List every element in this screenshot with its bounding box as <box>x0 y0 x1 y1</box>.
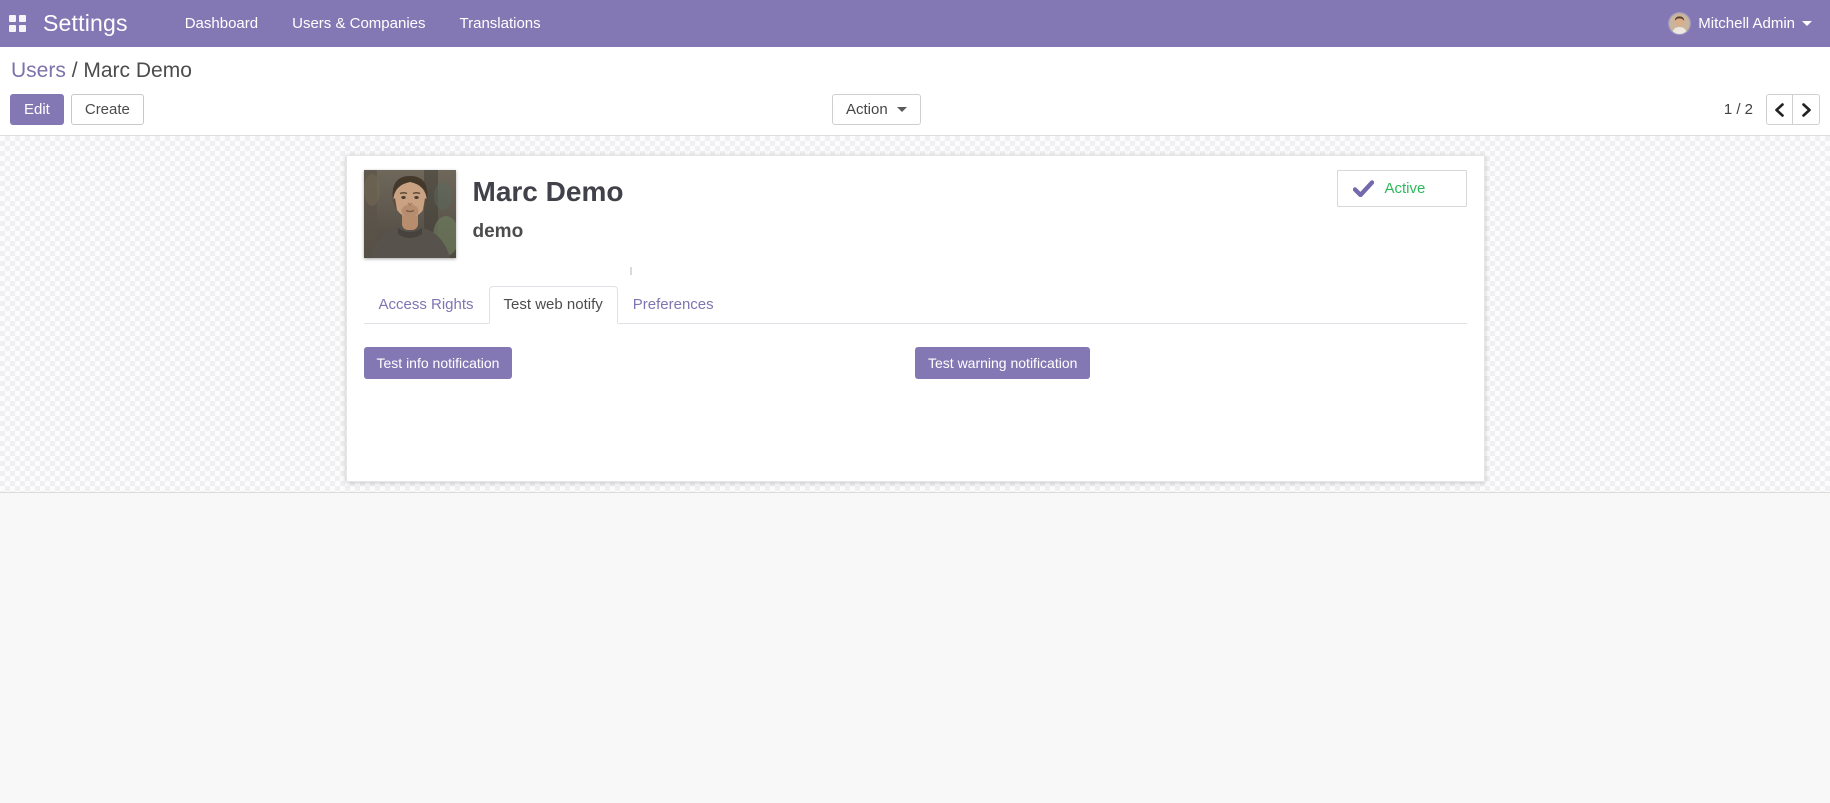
test-info-notification-button[interactable]: Test info notification <box>363 347 513 379</box>
apps-grid-icon[interactable] <box>9 15 26 32</box>
empty-field-mark <box>629 267 632 275</box>
record-login: demo <box>472 220 524 242</box>
chevron-down-icon <box>896 107 907 112</box>
check-icon <box>1352 180 1374 197</box>
pager-previous-button[interactable] <box>1766 94 1793 125</box>
breadcrumb: Users / Marc Demo <box>11 59 1820 83</box>
user-menu[interactable]: Mitchell Admin <box>1663 0 1818 47</box>
action-dropdown-label: Action <box>846 101 888 118</box>
tab-preferences[interactable]: Preferences <box>618 286 729 324</box>
active-status-badge: Active <box>1336 170 1467 207</box>
record-sheet: Marc Demo demo Active Access Rights Test… <box>345 155 1485 482</box>
breadcrumb-users-link[interactable]: Users <box>11 59 66 82</box>
nav-item-users-companies[interactable]: Users & Companies <box>275 0 442 47</box>
form-view-background: Marc Demo demo Active Access Rights Test… <box>0 136 1830 493</box>
tab-access-rights[interactable]: Access Rights <box>364 286 489 324</box>
pager-next-button[interactable] <box>1793 94 1820 125</box>
page-bottom-area <box>0 493 1830 803</box>
tab-content-right-column: Test warning notification <box>915 347 1467 379</box>
tab-content-left-column: Test info notification <box>363 347 916 379</box>
top-navbar: Settings Dashboard Users & Companies Tra… <box>0 0 1830 47</box>
navbar-menu: Dashboard Users & Companies Translations <box>168 0 558 47</box>
pager-count: 1 / 2 <box>1723 101 1753 118</box>
pager: 1 / 2 <box>1724 94 1820 125</box>
tab-content: Test info notification Test warning noti… <box>363 324 1467 379</box>
control-panel: Users / Marc Demo Edit Create Action 1 /… <box>0 47 1830 136</box>
tab-test-web-notify[interactable]: Test web notify <box>488 286 618 324</box>
tab-bar: Access Rights Test web notify Preference… <box>363 286 1467 324</box>
record-header: Marc Demo demo Active <box>363 170 1467 275</box>
nav-item-translations[interactable]: Translations <box>443 0 558 47</box>
notebook: Access Rights Test web notify Preference… <box>363 286 1467 379</box>
chevron-down-icon <box>1802 21 1812 26</box>
user-name: Mitchell Admin <box>1698 15 1795 32</box>
chevron-left-icon <box>1775 102 1784 117</box>
chevron-right-icon <box>1801 102 1811 117</box>
control-panel-buttons-row: Edit Create Action 1 / 2 <box>10 94 1820 125</box>
edit-button[interactable]: Edit <box>10 94 64 125</box>
nav-item-dashboard[interactable]: Dashboard <box>168 0 275 47</box>
active-status-label: Active <box>1384 180 1426 197</box>
create-button[interactable]: Create <box>70 94 144 125</box>
test-warning-notification-button[interactable]: Test warning notification <box>915 347 1091 379</box>
action-dropdown[interactable]: Action <box>832 94 921 125</box>
record-titles: Marc Demo demo <box>473 170 624 258</box>
user-avatar <box>1669 13 1691 34</box>
breadcrumb-current: Marc Demo <box>83 59 192 82</box>
record-photo <box>363 170 456 258</box>
record-name: Marc Demo <box>472 176 624 207</box>
breadcrumb-separator: / <box>71 59 84 82</box>
app-title[interactable]: Settings <box>43 10 128 37</box>
